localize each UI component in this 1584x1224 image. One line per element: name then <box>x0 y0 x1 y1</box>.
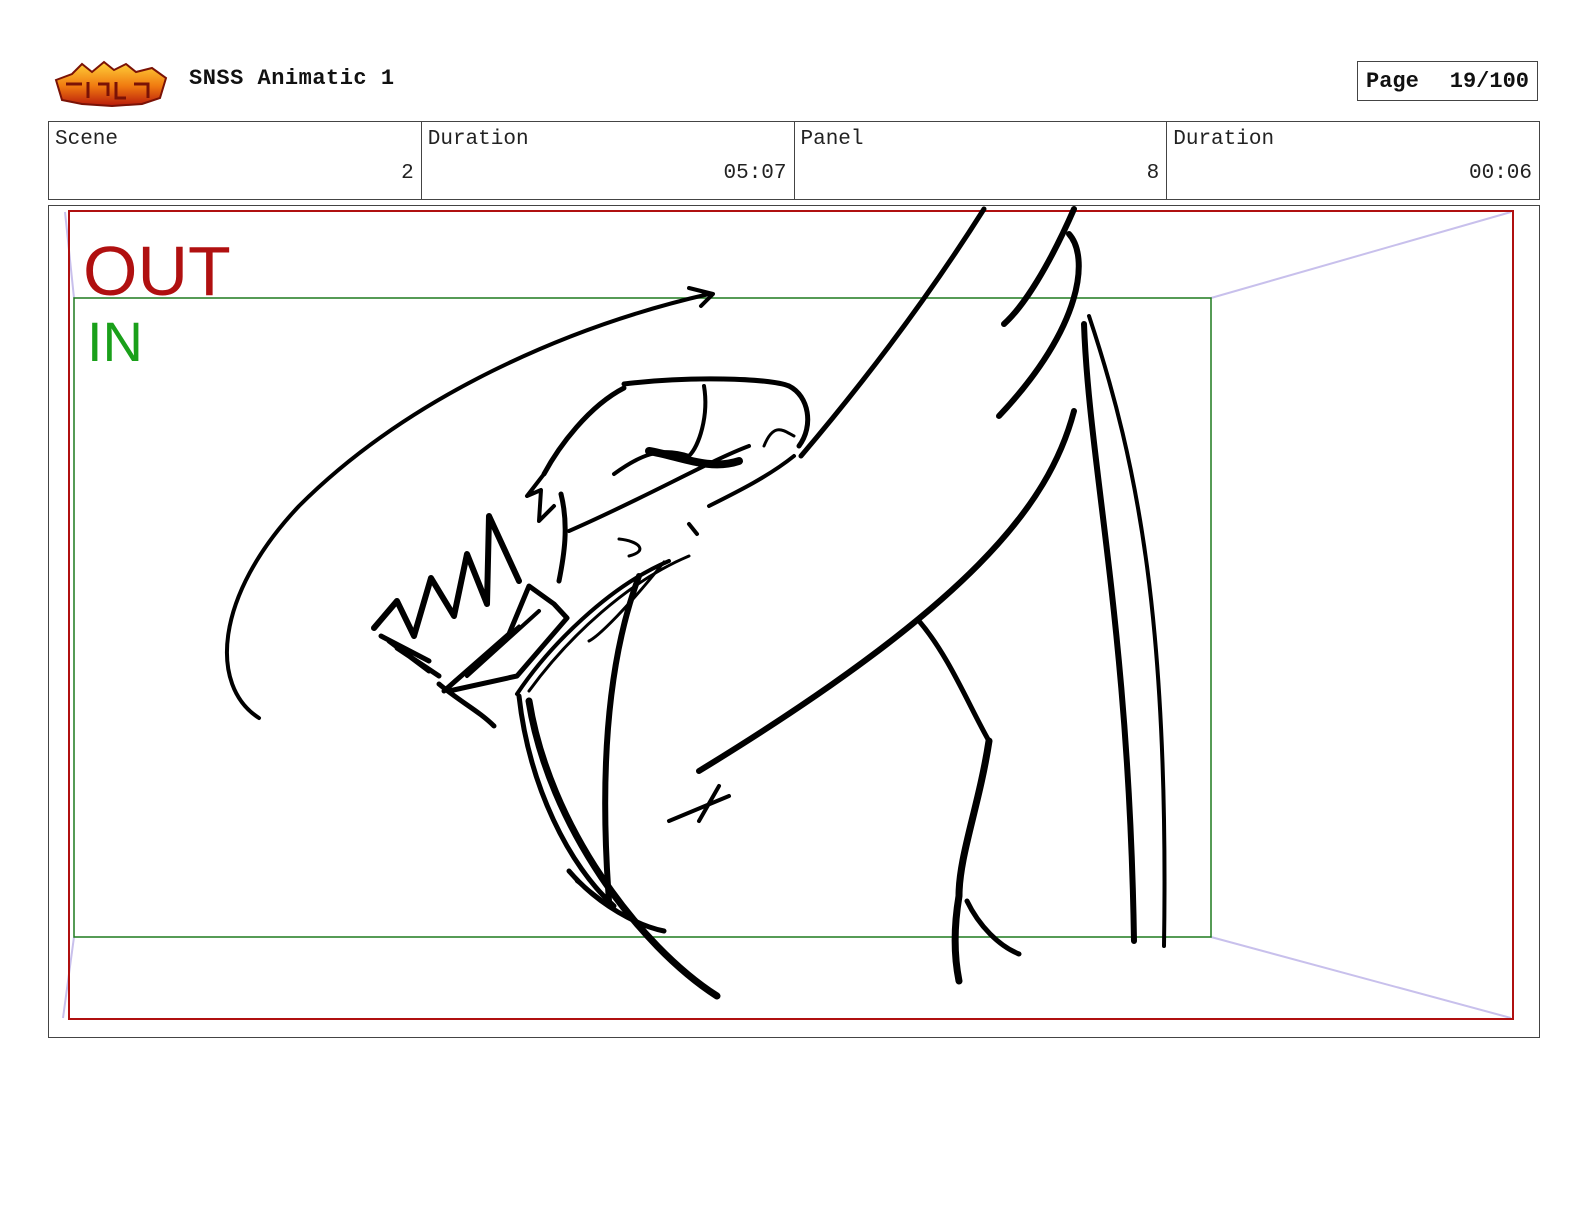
scene-duration-cell: Duration 05:07 <box>422 122 795 199</box>
in-frame-label: IN <box>87 310 143 373</box>
panel-duration-cell: Duration 00:06 <box>1167 122 1539 199</box>
page-number: 19/100 <box>1449 68 1529 94</box>
camera-guide-lines <box>62 211 1512 1019</box>
panel-duration-value: 00:06 <box>1468 162 1532 185</box>
panel-cell: Panel 8 <box>795 122 1168 199</box>
panel-label: Panel <box>800 128 864 151</box>
in-frame <box>73 297 1212 938</box>
scene-duration-label: Duration <box>427 128 529 151</box>
out-frame <box>68 210 1514 1020</box>
page-indicator: Page 19/100 <box>1357 61 1538 101</box>
character-sketch <box>224 206 1167 1000</box>
scene-cell: Scene 2 <box>49 122 422 199</box>
panel-value: 8 <box>1146 162 1160 185</box>
document-title: SNSS Animatic 1 <box>189 66 395 91</box>
scene-value: 2 <box>401 162 414 185</box>
out-frame-label: OUT <box>83 232 231 310</box>
scene-label: Scene <box>55 128 119 151</box>
storyboard-panel: OUT IN <box>48 205 1540 1038</box>
panel-duration-label: Duration <box>1173 128 1275 151</box>
scene-duration-value: 05:07 <box>723 162 787 185</box>
shot-info-table: Scene 2 Duration 05:07 Panel 8 Duration … <box>48 121 1540 200</box>
page-label: Page <box>1366 68 1419 94</box>
storyboard-drawing <box>62 206 1514 1020</box>
sonic-logo-icon <box>54 60 168 108</box>
